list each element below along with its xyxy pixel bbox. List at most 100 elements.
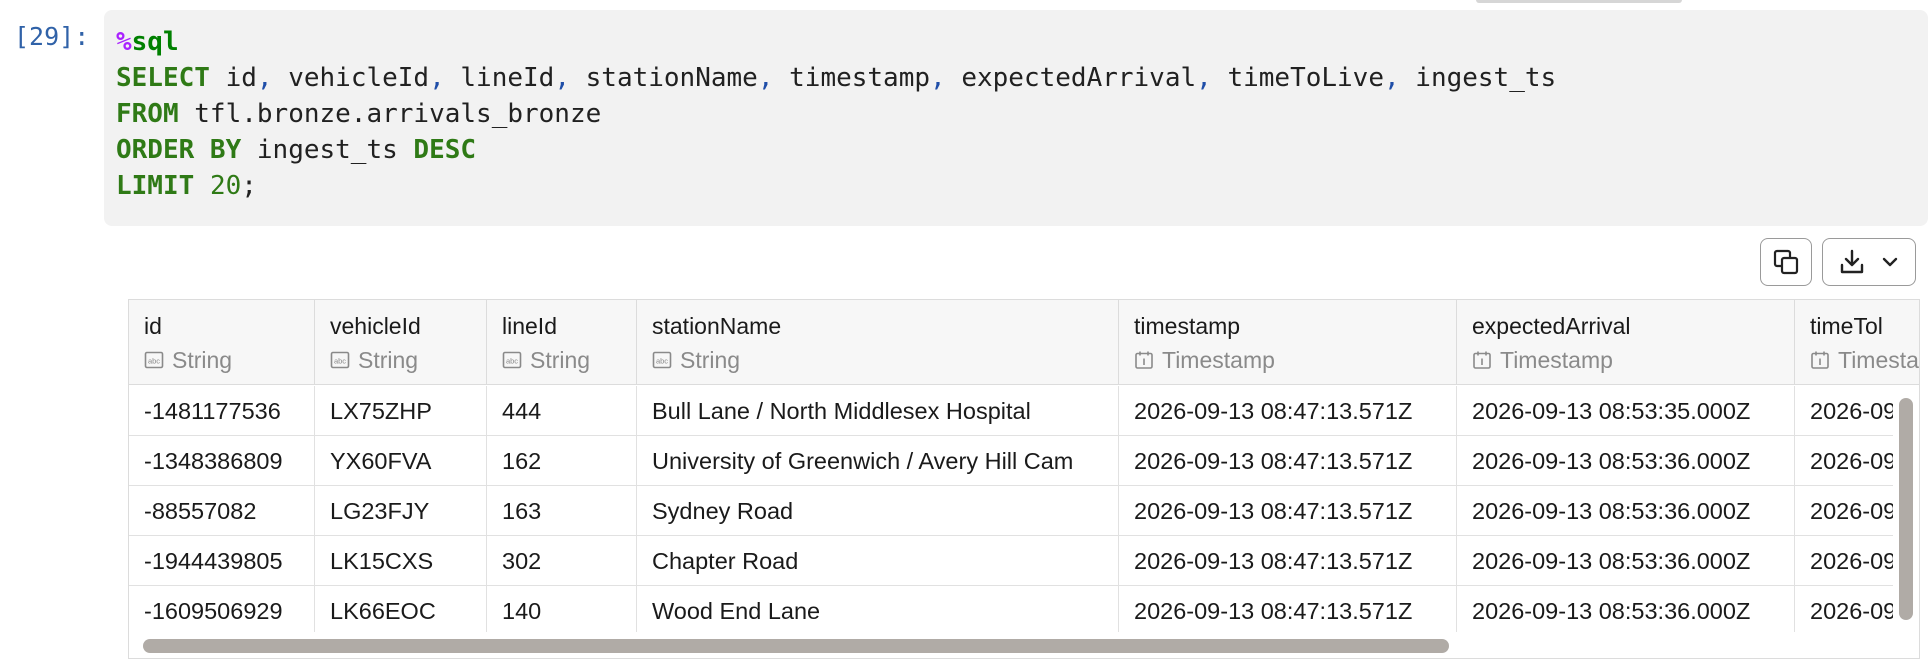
column-header-timeTol[interactable]: timeTol Timestamp <box>1795 300 1919 385</box>
code-token: ingest_ts <box>241 135 414 165</box>
table-cell-id: -1481177536 <box>129 386 315 436</box>
column-type-label: String <box>530 347 591 373</box>
code-token: , <box>1383 63 1400 93</box>
table-cell-lineId: 444 <box>487 386 637 436</box>
table-cell-timestamp: 2026-09-13 08:47:13.571Z <box>1119 536 1457 586</box>
table-cell-id: -1944439805 <box>129 536 315 586</box>
table-row[interactable]: -1609506929 LK66EOC 140 Wood End Lane 2026-0… <box>129 586 1919 636</box>
code-token: tfl.bronze.arrivals_bronze <box>178 99 602 129</box>
code-token: timestamp <box>773 63 931 93</box>
column-type: abc String <box>502 342 636 378</box>
column-header-id[interactable]: id abc String <box>129 300 315 385</box>
column-type-label: String <box>172 347 233 373</box>
table-row[interactable]: -88557082 LG23FJY 163 Sydney Road 2026-09-13… <box>129 486 1919 536</box>
table-cell-vehicleId: LK15CXS <box>315 536 487 586</box>
column-name: vehicleId <box>330 313 421 339</box>
column-name: lineId <box>502 313 557 339</box>
timestamp-type-icon <box>1135 351 1153 369</box>
vertical-scroll-thumb[interactable] <box>1899 398 1913 620</box>
code-line: LIMIT 20; <box>116 168 1928 204</box>
string-type-icon: abc <box>144 351 164 369</box>
code-token: vehicleId <box>272 63 430 93</box>
column-type: Timestamp <box>1134 342 1456 378</box>
code-token: , <box>256 63 273 93</box>
code-token: ingest_ts <box>1399 63 1557 93</box>
code-token: , <box>554 63 570 93</box>
execution-count: [29]: <box>14 22 90 51</box>
table-cell-expectedArrival: 2026-09-13 08:53:36.000Z <box>1457 436 1795 486</box>
table-cell-expectedArrival: 2026-09-13 08:53:36.000Z <box>1457 586 1795 636</box>
column-name: timestamp <box>1134 313 1241 339</box>
table-body: -1481177536 LX75ZHP 444 Bull Lane / North M… <box>129 386 1919 636</box>
column-type: Timestamp <box>1810 342 1919 378</box>
table-row[interactable]: -1348386809 YX60FVA 162 University of Green… <box>129 436 1919 486</box>
column-header-timestamp[interactable]: timestamp Timestamp <box>1119 300 1457 385</box>
horizontal-scrollbar[interactable] <box>129 632 1919 658</box>
table-cell-vehicleId: LX75ZHP <box>315 386 487 436</box>
chevron-down-icon <box>1882 257 1898 267</box>
table-cell-stationName: Bull Lane / North Middlesex Hospital <box>637 386 1119 436</box>
svg-text:abc: abc <box>148 357 160 366</box>
column-name: timeTol <box>1810 313 1883 339</box>
string-type-icon: abc <box>502 351 522 369</box>
code-token: expectedArrival <box>945 63 1197 93</box>
column-type-label: Timestamp <box>1838 347 1919 373</box>
code-token: sql <box>131 27 179 57</box>
table-cell-lineId: 162 <box>487 436 637 486</box>
horizontal-scroll-thumb[interactable] <box>143 639 1449 653</box>
code-token: ORDER BY <box>116 135 242 165</box>
code-line: ORDER BY ingest_ts DESC <box>116 132 1928 168</box>
code-token: , <box>757 63 774 93</box>
code-token: lineId <box>444 63 555 93</box>
table-cell-expectedArrival: 2026-09-13 08:53:35.000Z <box>1457 386 1795 436</box>
column-type: Timestamp <box>1472 342 1794 378</box>
table-cell-expectedArrival: 2026-09-13 08:53:36.000Z <box>1457 536 1795 586</box>
table-cell-id: -1348386809 <box>129 436 315 486</box>
table-cell-timestamp: 2026-09-13 08:47:13.571Z <box>1119 386 1457 436</box>
table-header: id abc String vehicleId abc String lineId abc St… <box>129 300 1919 385</box>
code-token: , <box>429 63 445 93</box>
column-header-lineId[interactable]: lineId abc String <box>487 300 637 385</box>
code-line: FROM tfl.bronze.arrivals_bronze <box>116 96 1928 132</box>
string-type-icon: abc <box>652 351 672 369</box>
code-token: SELECT <box>116 63 210 93</box>
timestamp-type-icon <box>1473 351 1491 369</box>
table-cell-vehicleId: LK66EOC <box>315 586 487 636</box>
column-name: stationName <box>652 313 782 339</box>
table-row[interactable]: -1944439805 LK15CXS 302 Chapter Road 2026-09… <box>129 536 1919 586</box>
table-cell-lineId: 163 <box>487 486 637 536</box>
column-name: id <box>144 313 162 339</box>
table-cell-timestamp: 2026-09-13 08:47:13.571Z <box>1119 586 1457 636</box>
code-token: 20 <box>209 171 242 201</box>
string-type-icon: abc <box>330 351 350 369</box>
column-type: abc String <box>144 342 314 378</box>
svg-text:abc: abc <box>334 357 346 366</box>
notebook-output-area: [29]: %sql SELECT id, vehicleId, lineId, … <box>0 0 1928 670</box>
column-type-label: String <box>680 347 741 373</box>
code-token: % <box>116 27 132 57</box>
column-type: abc String <box>652 342 1118 378</box>
download-menu-button[interactable] <box>1822 238 1916 286</box>
code-editor[interactable]: %sql SELECT id, vehicleId, lineId, statio… <box>104 10 1928 226</box>
table-cell-stationName: University of Greenwich / Avery Hill Cam <box>637 436 1119 486</box>
code-token: , <box>1196 63 1212 93</box>
column-type-label: Timestamp <box>1500 347 1613 373</box>
vertical-scrollbar[interactable] <box>1893 386 1919 634</box>
column-header-vehicleId[interactable]: vehicleId abc String <box>315 300 487 385</box>
download-icon <box>1840 249 1864 274</box>
column-header-stationName[interactable]: stationName abc String <box>637 300 1119 385</box>
code-token: DESC <box>413 135 477 165</box>
code-token: LIMIT <box>116 171 195 201</box>
table-cell-stationName: Sydney Road <box>637 486 1119 536</box>
table-cell-timestamp: 2026-09-13 08:47:13.571Z <box>1119 436 1457 486</box>
svg-text:abc: abc <box>506 357 518 366</box>
table-row[interactable]: -1481177536 LX75ZHP 444 Bull Lane / North M… <box>129 386 1919 436</box>
table-cell-vehicleId: LG23FJY <box>315 486 487 536</box>
table-cell-timestamp: 2026-09-13 08:47:13.571Z <box>1119 486 1457 536</box>
copy-icon <box>1773 249 1799 275</box>
svg-text:abc: abc <box>656 357 668 366</box>
column-header-expectedArrival[interactable]: expectedArrival Timestamp <box>1457 300 1795 385</box>
column-name: expectedArrival <box>1472 313 1631 339</box>
copy-button[interactable] <box>1760 238 1812 286</box>
